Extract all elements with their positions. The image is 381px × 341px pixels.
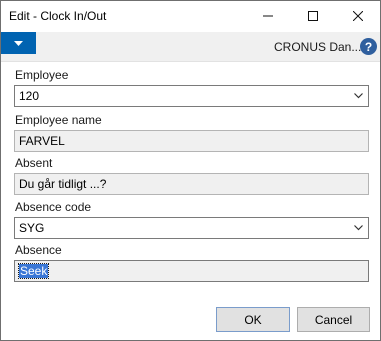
close-icon xyxy=(352,11,363,21)
minimize-button[interactable] xyxy=(245,1,290,31)
absence-input[interactable]: Seek xyxy=(14,260,369,282)
chevron-down-icon xyxy=(14,40,23,46)
cancel-button[interactable]: Cancel xyxy=(297,307,370,332)
absence-label: Absence xyxy=(15,243,62,257)
employee-field[interactable]: 120 xyxy=(14,85,369,107)
maximize-icon xyxy=(307,11,318,21)
ok-button[interactable]: OK xyxy=(216,307,290,332)
maximize-button[interactable] xyxy=(290,1,335,31)
absent-value: Du går tidligt ...? xyxy=(19,177,107,191)
absent-field: Du går tidligt ...? xyxy=(14,173,369,195)
employee-name-field: FARVEL xyxy=(14,130,369,152)
actions-menu-button[interactable] xyxy=(1,32,36,54)
chevron-down-icon[interactable] xyxy=(354,225,363,231)
window-title: Edit - Clock In/Out xyxy=(9,9,107,23)
employee-name-value: FARVEL xyxy=(19,134,65,148)
chevron-down-icon[interactable] xyxy=(354,93,363,99)
company-name[interactable]: CRONUS Dan... xyxy=(274,40,361,54)
close-button[interactable] xyxy=(335,1,380,31)
employee-label: Employee xyxy=(15,68,69,82)
absence-code-value: SYG xyxy=(19,221,45,235)
absent-label: Absent xyxy=(15,156,53,170)
minimize-icon xyxy=(262,15,273,17)
absence-code-label: Absence code xyxy=(15,200,92,214)
absence-value: Seek xyxy=(17,263,50,279)
employee-value: 120 xyxy=(19,89,40,103)
dialog-window: Edit - Clock In/Out CRONUS Dan... ? Empl… xyxy=(0,0,381,341)
absence-code-field[interactable]: SYG xyxy=(14,217,369,239)
help-icon[interactable]: ? xyxy=(360,38,377,55)
title-bar[interactable]: Edit - Clock In/Out xyxy=(1,1,380,32)
action-bar: CRONUS Dan... ? xyxy=(1,32,380,62)
employee-name-label: Employee name xyxy=(15,113,102,127)
